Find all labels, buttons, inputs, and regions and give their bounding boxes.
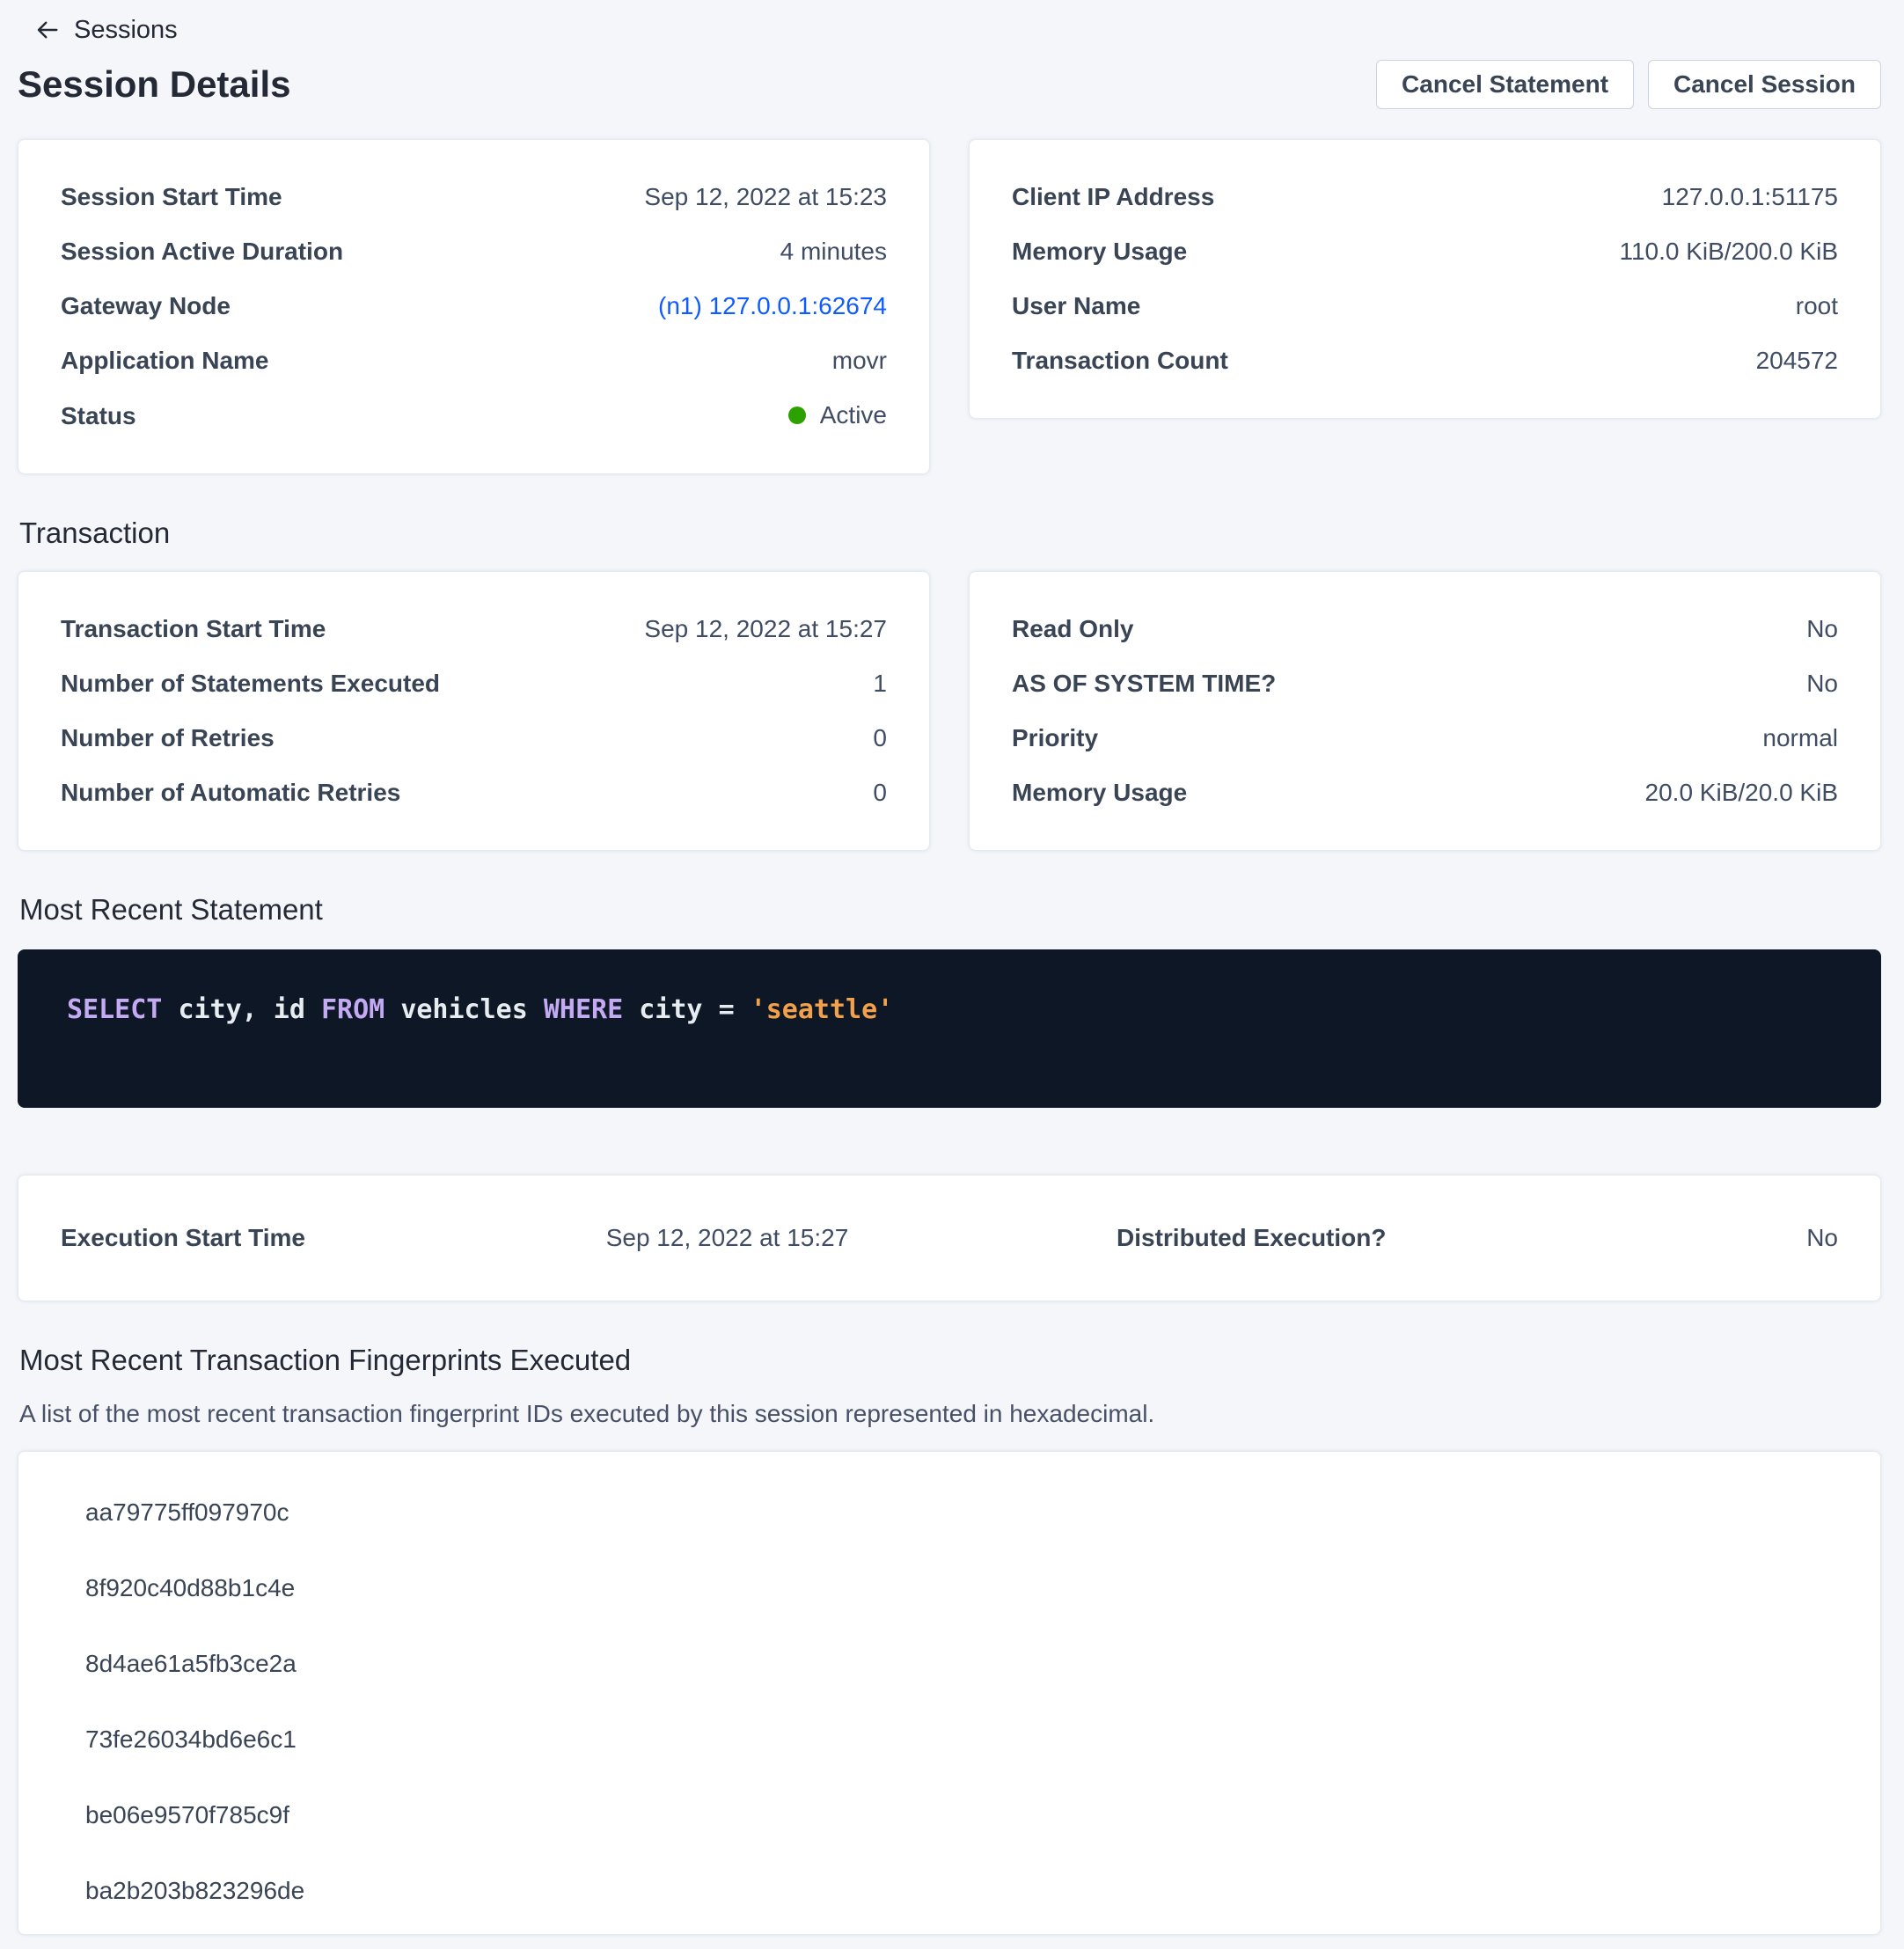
fingerprints-description: A list of the most recent transaction fi… — [18, 1400, 1881, 1428]
session-summary-card-left: Session Start Time Sep 12, 2022 at 15:23… — [18, 139, 930, 474]
session-start-time-row: Session Start Time Sep 12, 2022 at 15:23 — [61, 182, 887, 212]
fingerprints-card: aa79775ff097970c 8f920c40d88b1c4e 8d4ae6… — [18, 1451, 1881, 1935]
row-value: Sep 12, 2022 at 15:27 — [644, 614, 887, 644]
sql-identifier: city, id — [178, 994, 305, 1025]
fingerprint-item: 8f920c40d88b1c4e — [85, 1573, 1838, 1603]
header-actions: Cancel Statement Cancel Session — [1376, 60, 1881, 109]
row-value: 127.0.0.1:51175 — [1662, 182, 1838, 212]
row-label: Memory Usage — [1012, 778, 1187, 808]
read-only-row: Read Only No — [1012, 614, 1838, 644]
fingerprint-item: be06e9570f785c9f — [85, 1800, 1838, 1830]
sql-keyword: SELECT — [67, 994, 162, 1025]
statements-executed-row: Number of Statements Executed 1 — [61, 669, 887, 699]
user-name-row: User Name root — [1012, 291, 1838, 321]
page-header: Session Details Cancel Statement Cancel … — [18, 60, 1881, 109]
row-value: root — [1796, 291, 1838, 321]
application-name-row: Application Name movr — [61, 346, 887, 376]
row-value: 110.0 KiB/200.0 KiB — [1619, 237, 1838, 267]
transaction-section-heading: Transaction — [18, 517, 1881, 550]
row-value: normal — [1762, 723, 1838, 753]
row-value: 0 — [873, 723, 887, 753]
cancel-session-button[interactable]: Cancel Session — [1648, 60, 1881, 109]
row-label: Read Only — [1012, 614, 1133, 644]
priority-row: Priority normal — [1012, 723, 1838, 753]
cancel-statement-button[interactable]: Cancel Statement — [1376, 60, 1634, 109]
status-value: Active — [820, 400, 887, 430]
row-value: 1 — [873, 669, 887, 699]
row-label: Gateway Node — [61, 291, 231, 321]
sql-identifier: vehicles — [400, 994, 528, 1025]
sql-keyword: FROM — [321, 994, 384, 1025]
back-to-sessions-link[interactable]: Sessions — [18, 12, 178, 48]
sql-statement-box: SELECT city, id FROM vehicles WHERE city… — [18, 949, 1881, 1108]
distributed-execution-value: No — [1806, 1223, 1838, 1253]
fingerprint-item: aa79775ff097970c — [85, 1498, 1838, 1528]
row-label: Session Active Duration — [61, 237, 343, 267]
gateway-node-row: Gateway Node (n1) 127.0.0.1:62674 — [61, 291, 887, 321]
session-details-page: Sessions Session Details Cancel Statemen… — [0, 0, 1904, 1949]
client-ip-row: Client IP Address 127.0.0.1:51175 — [1012, 182, 1838, 212]
as-of-system-time-row: AS OF SYSTEM TIME? No — [1012, 669, 1838, 699]
row-label: Number of Automatic Retries — [61, 778, 400, 808]
transaction-section: Transaction Start Time Sep 12, 2022 at 1… — [18, 571, 1881, 851]
distributed-execution-label: Distributed Execution? — [949, 1223, 1806, 1253]
row-value: movr — [832, 346, 887, 376]
status-badge: Active — [788, 400, 887, 430]
statement-section-heading: Most Recent Statement — [18, 893, 1881, 927]
retries-row: Number of Retries 0 — [61, 723, 887, 753]
transaction-card-left: Transaction Start Time Sep 12, 2022 at 1… — [18, 571, 930, 851]
fingerprint-item: 73fe26034bd6e6c1 — [85, 1725, 1838, 1755]
execution-card: Execution Start Time Sep 12, 2022 at 15:… — [18, 1175, 1881, 1301]
row-value: 204572 — [1756, 346, 1838, 376]
transaction-card-right: Read Only No AS OF SYSTEM TIME? No Prior… — [969, 571, 1881, 851]
row-value: 0 — [873, 778, 887, 808]
sql-identifier: city — [639, 994, 702, 1025]
fingerprint-item: ba2b203b823296de — [85, 1876, 1838, 1906]
row-label: Client IP Address — [1012, 182, 1214, 212]
row-label: Transaction Start Time — [61, 614, 326, 644]
fingerprints-section-heading: Most Recent Transaction Fingerprints Exe… — [18, 1344, 1881, 1377]
gateway-node-link[interactable]: (n1) 127.0.0.1:62674 — [658, 291, 887, 321]
transaction-count-row: Transaction Count 204572 — [1012, 346, 1838, 376]
session-summary-card-right: Client IP Address 127.0.0.1:51175 Memory… — [969, 139, 1881, 419]
row-label: User Name — [1012, 291, 1140, 321]
status-active-dot-icon — [788, 407, 806, 424]
row-label: AS OF SYSTEM TIME? — [1012, 669, 1276, 699]
session-active-duration-row: Session Active Duration 4 minutes — [61, 237, 887, 267]
row-label: Number of Statements Executed — [61, 669, 440, 699]
fingerprint-item: 8d4ae61a5fb3ce2a — [85, 1649, 1838, 1679]
row-value: No — [1806, 614, 1838, 644]
row-label: Status — [61, 401, 136, 431]
back-link-label: Sessions — [74, 16, 178, 45]
row-label: Priority — [1012, 723, 1098, 753]
row-label: Number of Retries — [61, 723, 275, 753]
row-label: Session Start Time — [61, 182, 282, 212]
row-label: Transaction Count — [1012, 346, 1228, 376]
execution-start-time-label: Execution Start Time — [61, 1223, 505, 1253]
row-label: Application Name — [61, 346, 268, 376]
sql-keyword: WHERE — [544, 994, 623, 1025]
transaction-start-time-row: Transaction Start Time Sep 12, 2022 at 1… — [61, 614, 887, 644]
sql-operator: = — [719, 994, 735, 1025]
execution-start-time-value: Sep 12, 2022 at 15:27 — [505, 1223, 949, 1253]
txn-memory-usage-row: Memory Usage 20.0 KiB/20.0 KiB — [1012, 778, 1838, 808]
row-value: 4 minutes — [780, 237, 887, 267]
row-value: 20.0 KiB/20.0 KiB — [1645, 778, 1838, 808]
session-summary-section: Session Start Time Sep 12, 2022 at 15:23… — [18, 139, 1881, 474]
page-title: Session Details — [18, 63, 290, 106]
row-value: Sep 12, 2022 at 15:23 — [644, 182, 887, 212]
status-row: Status Active — [61, 400, 887, 431]
memory-usage-row: Memory Usage 110.0 KiB/200.0 KiB — [1012, 237, 1838, 267]
automatic-retries-row: Number of Automatic Retries 0 — [61, 778, 887, 808]
row-value: No — [1806, 669, 1838, 699]
sql-string-literal: 'seattle' — [751, 994, 894, 1025]
row-label: Memory Usage — [1012, 237, 1187, 267]
back-arrow-icon — [33, 17, 60, 43]
